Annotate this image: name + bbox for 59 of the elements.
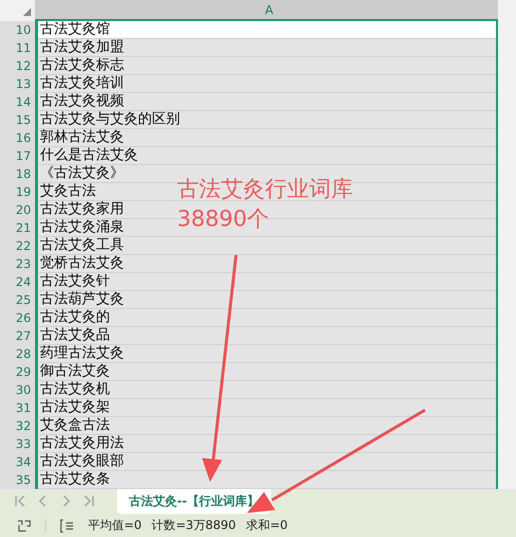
row-number[interactable]: 28 [0, 345, 35, 363]
row-number[interactable]: 33 [0, 435, 35, 453]
row-number[interactable]: 35 [0, 471, 35, 489]
row-number[interactable]: 29 [0, 363, 35, 381]
row-number[interactable]: 10 [0, 21, 35, 39]
table-cell: 古法艾灸用法 [38, 435, 496, 453]
row-number[interactable]: 14 [0, 93, 35, 111]
row-number[interactable]: 21 [0, 219, 35, 237]
table-cell: 艾灸盒古法 [38, 417, 496, 435]
table-cell: 觉桥古法艾灸 [38, 255, 496, 273]
vertical-scrollbar[interactable] [498, 21, 516, 489]
table-cell: 古法艾灸视频 [38, 93, 496, 111]
table-cell: 古法艾灸的 [38, 309, 496, 327]
table-cell: 古法葫芦艾灸 [38, 291, 496, 309]
row-number[interactable]: 13 [0, 75, 35, 93]
row-number[interactable]: 15 [0, 111, 35, 129]
last-sheet-icon[interactable] [83, 495, 95, 507]
row-number[interactable]: 16 [0, 129, 35, 147]
table-cell: 古法艾灸标志 [38, 57, 496, 75]
table-cell: 古法艾灸机 [38, 381, 496, 399]
table-cell: 御古法艾灸 [38, 363, 496, 381]
row-number[interactable]: 17 [0, 147, 35, 165]
first-sheet-icon[interactable] [14, 495, 26, 507]
row-number[interactable]: 18 [0, 165, 35, 183]
triangle-icon [23, 8, 31, 16]
row-number[interactable]: 24 [0, 273, 35, 291]
row-number[interactable]: 23 [0, 255, 35, 273]
status-text: 求和=0 [246, 517, 288, 534]
column-header[interactable]: A [35, 0, 498, 21]
row-number[interactable]: 34 [0, 453, 35, 471]
table-cell: 古法艾灸加盟 [38, 39, 496, 57]
row-number[interactable]: 12 [0, 57, 35, 75]
row-number[interactable]: 11 [0, 39, 35, 57]
table-cell: 什么是古法艾灸 [38, 147, 496, 165]
table-cell: 古法艾灸针 [38, 273, 496, 291]
table-cell: 药理古法艾灸 [38, 345, 496, 363]
table-cell: 郭林古法艾灸 [38, 129, 496, 147]
row-number[interactable]: 26 [0, 309, 35, 327]
status-text: 平均值=0 [88, 517, 142, 534]
row-number[interactable]: 32 [0, 417, 35, 435]
table-cell: 古法艾灸馆 [38, 21, 496, 39]
row-number[interactable]: 22 [0, 237, 35, 255]
table-cell: 古法艾灸条 [38, 471, 496, 489]
table-cell: 古法艾灸工具 [38, 237, 496, 255]
table-cell: 古法艾灸培训 [38, 75, 496, 93]
sheet-tab[interactable]: 古法艾灸--【行业词库】 [117, 489, 271, 514]
table-cell: 古法艾灸眼部 [38, 453, 496, 471]
table-cell: 古法艾灸架 [38, 399, 496, 417]
row-number[interactable]: 19 [0, 183, 35, 201]
macro-icon[interactable] [17, 518, 31, 532]
status-text: 计数=3万8890 [152, 517, 236, 534]
row-number[interactable]: 25 [0, 291, 35, 309]
row-number[interactable]: 20 [0, 201, 35, 219]
row-number[interactable]: 27 [0, 327, 35, 345]
table-cell: 古法艾灸品 [38, 327, 496, 345]
layout-icon[interactable] [60, 518, 74, 532]
table-cell: 古法艾灸与艾灸的区别 [38, 111, 496, 129]
row-number[interactable]: 30 [0, 381, 35, 399]
row-number[interactable]: 31 [0, 399, 35, 417]
